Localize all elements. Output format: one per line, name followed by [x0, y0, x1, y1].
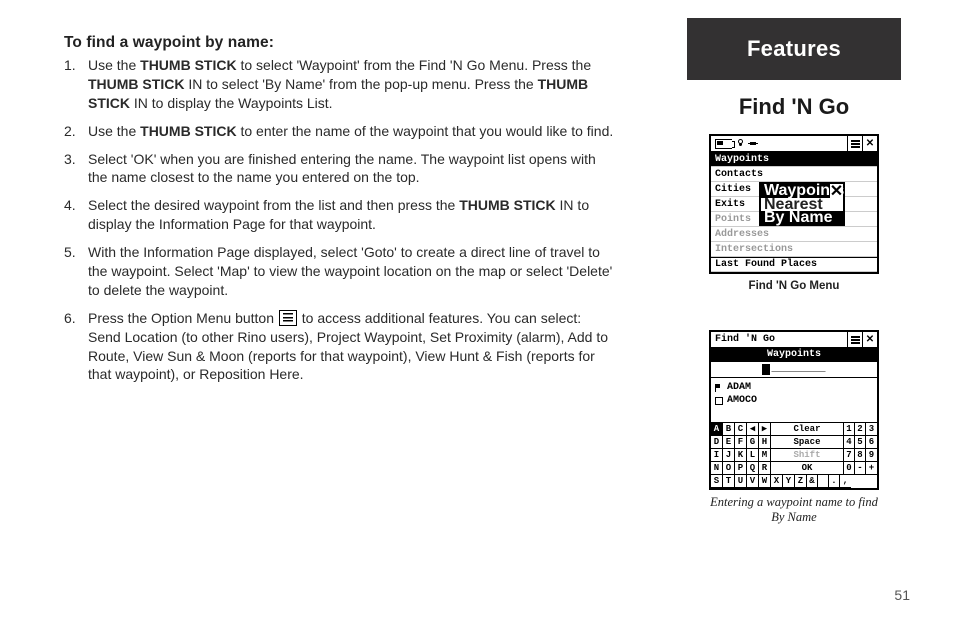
- keyboard-row: STUVWXYZ& .,: [711, 475, 877, 488]
- keyboard-key: 1: [844, 423, 855, 436]
- keyboard-key: U: [735, 475, 747, 488]
- keyboard-word-key: Space: [771, 436, 844, 449]
- keyboard-key: D: [711, 436, 723, 449]
- keyboard-key: &: [807, 475, 818, 488]
- keyboard-key: Z: [795, 475, 807, 488]
- keyboard-key: 6: [866, 436, 877, 449]
- keyboard-key: V: [747, 475, 759, 488]
- battery-icon: [715, 139, 732, 149]
- keyboard-key: -: [855, 462, 866, 475]
- keyboard-key: 5: [855, 436, 866, 449]
- input-blanks: _________: [771, 364, 825, 375]
- popup-close-icon: ✕: [829, 184, 843, 198]
- list-item-label: AMOCO: [727, 395, 757, 406]
- caption-find-n-go-menu: Find 'N Go Menu: [709, 280, 879, 292]
- text-cursor: [762, 364, 770, 375]
- menu-item-addresses: Addresses: [711, 227, 877, 242]
- menu-icon: [847, 136, 862, 151]
- waypoint-flag-icon: [715, 384, 723, 392]
- list-item: ADAM: [715, 381, 873, 394]
- keyboard-key: W: [759, 475, 771, 488]
- keyboard-key: M: [759, 449, 771, 462]
- procedure-heading: To find a waypoint by name:: [64, 34, 616, 52]
- menu-item-contacts: Contacts: [711, 167, 877, 182]
- keyboard-key: A: [711, 423, 723, 436]
- keyboard-key: X: [771, 475, 783, 488]
- keyboard-key: Y: [783, 475, 795, 488]
- list-item-label: ADAM: [727, 382, 751, 393]
- fuel-icon: [715, 397, 723, 405]
- list-item: AMOCO: [715, 394, 873, 407]
- keyboard-word-key: Clear: [771, 423, 844, 436]
- keyboard-key: [818, 475, 829, 488]
- menu-item-intersections: Intersections: [711, 242, 877, 257]
- keyboard-key: R: [759, 462, 771, 475]
- keyboard-key: E: [723, 436, 735, 449]
- keyboard-row: DEFGHSpace456: [711, 436, 877, 449]
- name-input-field: _________: [711, 362, 877, 378]
- device-titlebar-2: Find 'N Go ✕: [711, 332, 877, 348]
- keyboard-key: 9: [866, 449, 877, 462]
- device-titlebar: ✕: [711, 136, 877, 152]
- keyboard-key: J: [723, 449, 735, 462]
- keyboard-key: 7: [844, 449, 855, 462]
- list-header-waypoints: Waypoints: [711, 348, 877, 362]
- procedure-step: Select the desired waypoint from the lis…: [88, 196, 616, 234]
- keyboard-row: ABC◀▶Clear123: [711, 423, 877, 436]
- close-icon: ✕: [862, 332, 877, 347]
- keyboard-key: ▶: [759, 423, 771, 436]
- keyboard-key: .: [829, 475, 840, 488]
- keyboard-key: I: [711, 449, 723, 462]
- keyboard-key: ◀: [747, 423, 759, 436]
- keyboard-key: C: [735, 423, 747, 436]
- signal-icon: [735, 139, 745, 148]
- procedure-step: Press the Option Menu button to access a…: [88, 309, 616, 385]
- keyboard-key: G: [747, 436, 759, 449]
- section-title: Find 'N Go: [739, 94, 849, 120]
- keyboard-key: 0: [844, 462, 855, 475]
- procedure-step: Select 'OK' when you are finished enteri…: [88, 150, 616, 188]
- keyboard-key: F: [735, 436, 747, 449]
- keyboard-word-key: Shift: [771, 449, 844, 462]
- keyboard-word-key: OK: [771, 462, 844, 475]
- keyboard-key: L: [747, 449, 759, 462]
- procedure-step: With the Information Page displayed, sel…: [88, 243, 616, 300]
- keyboard-key: P: [735, 462, 747, 475]
- satellite-icon: [748, 139, 758, 148]
- keyboard-key: ,: [840, 475, 851, 488]
- section-tab-features: Features: [687, 18, 901, 80]
- waypoints-popup: Waypoints ✕ Nearest By Name: [759, 182, 845, 226]
- caption-entering-name: Entering a waypoint name to find By Name: [709, 495, 879, 525]
- keyboard-key: H: [759, 436, 771, 449]
- menu-item-last-found: Last Found Places: [711, 257, 877, 272]
- procedure-steps: Use the THUMB STICK to select 'Waypoint'…: [64, 56, 616, 384]
- keyboard-row: IJKLMShift789: [711, 449, 877, 462]
- titlebar-text: Find 'N Go: [711, 332, 847, 347]
- keyboard-key: K: [735, 449, 747, 462]
- waypoint-results-list: ADAM AMOCO: [711, 378, 877, 422]
- keyboard-key: B: [723, 423, 735, 436]
- procedure-step: Use the THUMB STICK to select 'Waypoint'…: [88, 56, 616, 113]
- page-number: 51: [894, 587, 910, 603]
- keyboard-key: +: [866, 462, 877, 475]
- keyboard-key: S: [711, 475, 723, 488]
- keyboard-key: N: [711, 462, 723, 475]
- keyboard-key: O: [723, 462, 735, 475]
- keyboard-key: T: [723, 475, 735, 488]
- onscreen-keyboard: ABC◀▶Clear123DEFGHSpace456IJKLMShift789N…: [711, 422, 877, 488]
- close-icon: ✕: [862, 136, 877, 151]
- popup-item-by-name: By Name: [761, 211, 843, 224]
- menu-item-waypoints: Waypoints: [711, 152, 877, 167]
- device-screenshot-waypoints-keyboard: Find 'N Go ✕ Waypoints _________ ADAM: [709, 330, 879, 490]
- keyboard-row: NOPQROK0-+: [711, 462, 877, 475]
- option-menu-icon: [279, 310, 297, 326]
- keyboard-key: 4: [844, 436, 855, 449]
- keyboard-key: 2: [855, 423, 866, 436]
- keyboard-key: 3: [866, 423, 877, 436]
- device-screenshot-find-n-go-menu: ✕ Waypoints Contacts Cities Exits Points…: [709, 134, 879, 274]
- keyboard-key: Q: [747, 462, 759, 475]
- keyboard-key: 8: [855, 449, 866, 462]
- procedure-step: Use the THUMB STICK to enter the name of…: [88, 122, 616, 141]
- menu-icon: [847, 332, 862, 347]
